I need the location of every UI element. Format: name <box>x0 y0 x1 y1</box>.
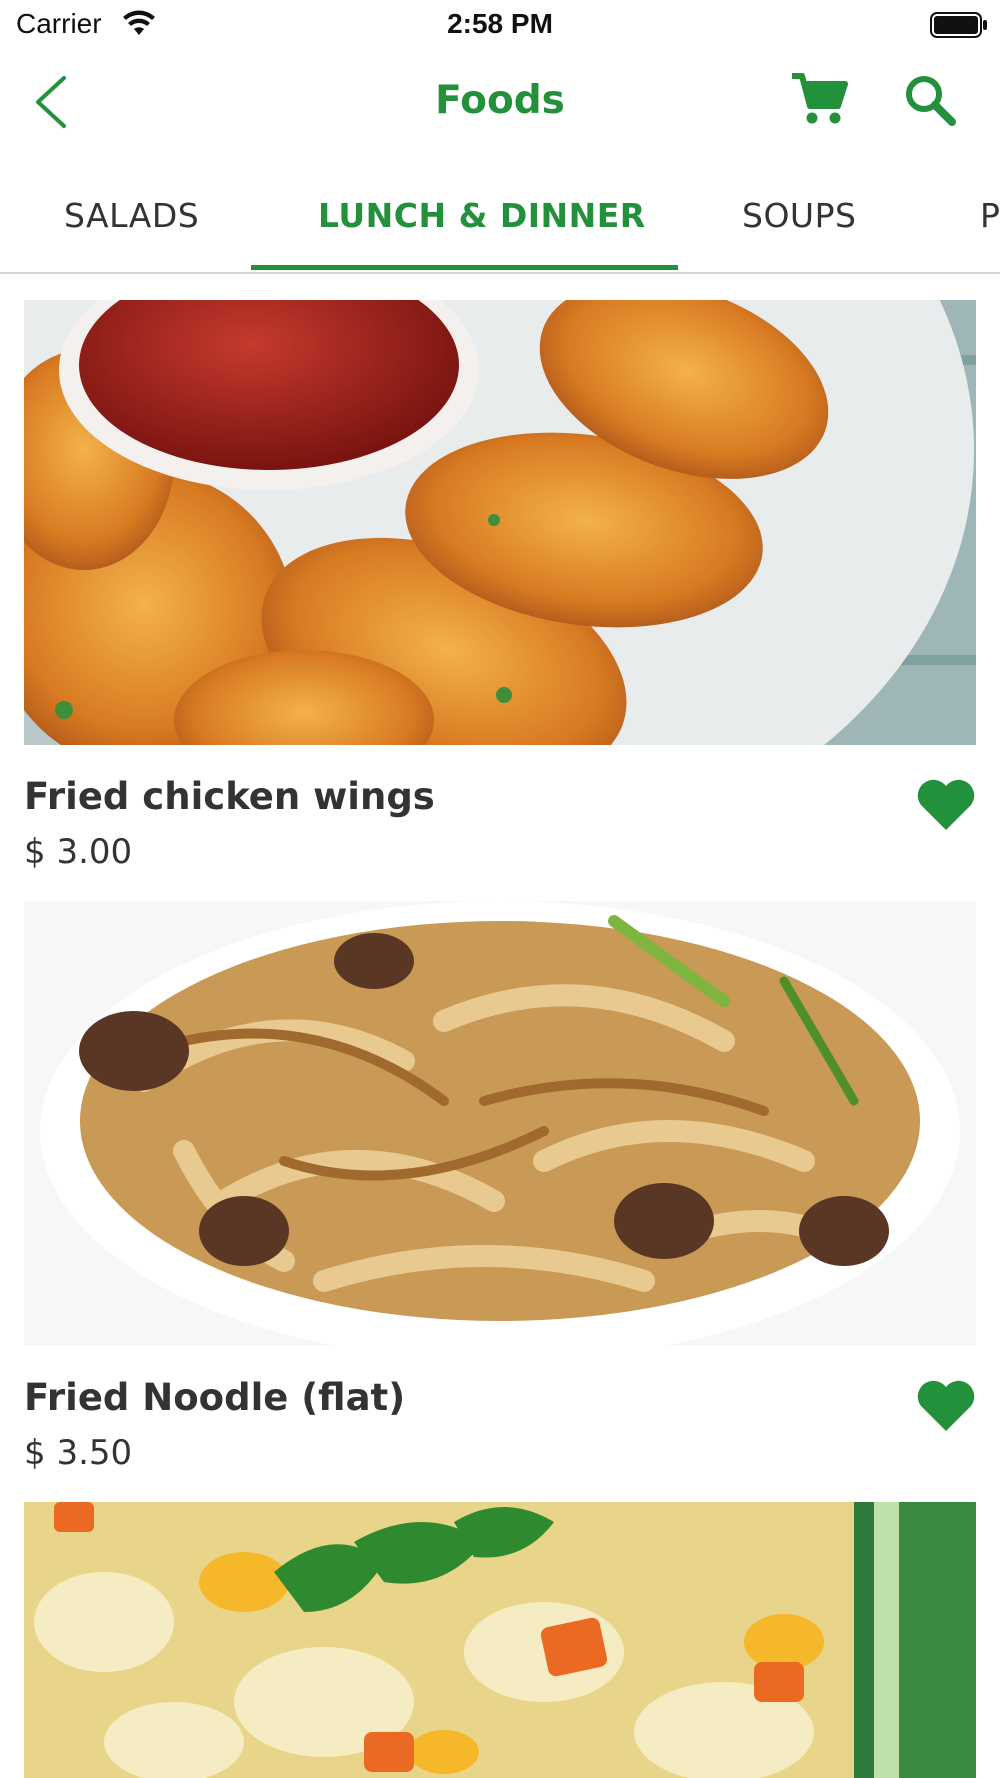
item-price: $ 3.50 <box>24 1433 133 1473</box>
tab-lunch-dinner[interactable]: LUNCH & DINNER <box>318 196 646 235</box>
heart-icon[interactable] <box>916 1379 976 1433</box>
list-item[interactable]: Fried Noodle (flat) $ 3.50 <box>24 901 976 1481</box>
status-time: 2:58 PM <box>447 8 553 39</box>
fried-rice-photo[interactable] <box>24 1502 976 1778</box>
fried-chicken-wings-photo[interactable] <box>24 300 976 745</box>
active-tab-indicator <box>251 265 678 270</box>
heart-icon[interactable] <box>916 778 976 832</box>
fried-noodle-photo[interactable] <box>24 901 976 1346</box>
cart-icon[interactable] <box>790 70 848 128</box>
tab-soups[interactable]: SOUPS <box>742 196 856 235</box>
page-title: Foods <box>435 78 565 123</box>
list-item[interactable]: Fried chicken wings $ 3.00 <box>24 300 976 880</box>
tab-salads[interactable]: SALADS <box>64 196 199 235</box>
search-icon[interactable] <box>902 72 958 128</box>
battery-icon <box>930 12 987 38</box>
nav-bar: Foods <box>0 50 1000 160</box>
item-name: Fried Noodle (flat) <box>24 1376 406 1419</box>
category-tabs: SALADS LUNCH & DINNER SOUPS P <box>0 160 1000 274</box>
item-price: $ 3.00 <box>24 832 133 872</box>
tab-partial[interactable]: P <box>980 196 1000 235</box>
list-item[interactable] <box>24 1502 976 1778</box>
status-bar: Carrier 2:58 PM <box>0 0 1000 50</box>
item-name: Fried chicken wings <box>24 775 435 818</box>
